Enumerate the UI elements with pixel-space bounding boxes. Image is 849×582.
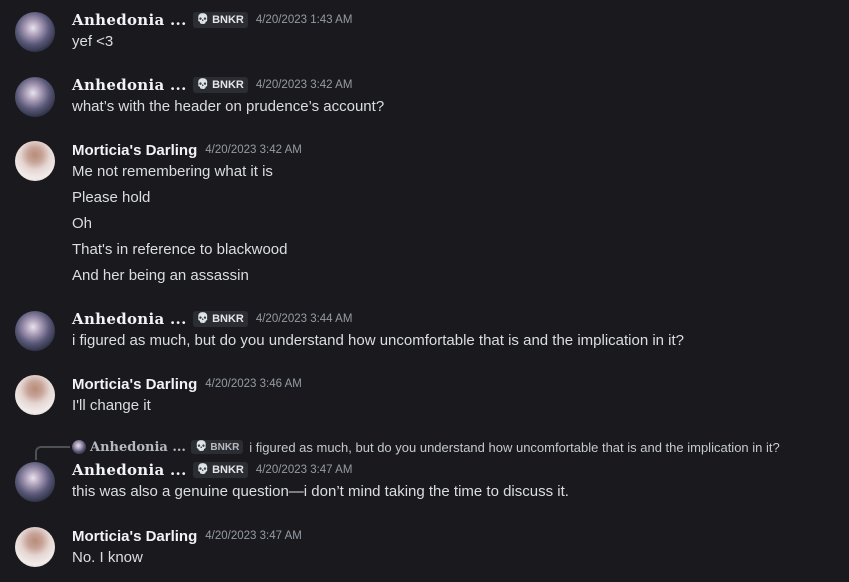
guild-tag-label: BNKR <box>210 441 240 453</box>
guild-tag-label: BNKR <box>212 79 244 91</box>
guild-tag-label: BNKR <box>212 313 244 325</box>
guild-tag-label: BNKR <box>212 464 244 476</box>
timestamp[interactable]: 4/20/2023 1:43 AM <box>256 14 353 26</box>
guild-tag[interactable]: 💀 BNKR <box>192 77 248 93</box>
username[interactable]: Anhedonia ... <box>72 461 187 479</box>
timestamp[interactable]: 4/20/2023 3:44 AM <box>256 313 353 325</box>
skull-icon: 💀 <box>196 14 210 25</box>
guild-tag: 💀 BNKR <box>190 440 244 454</box>
message-text: i figured as much, but do you understand… <box>72 332 685 349</box>
username[interactable]: Morticia's Darling <box>72 528 197 545</box>
message-header: Morticia's Darling 4/20/2023 3:46 AM <box>72 374 302 394</box>
message-text: yef <3 <box>72 33 114 50</box>
message-text: And her being an assassin <box>72 267 249 284</box>
reply-avatar <box>72 440 86 454</box>
message-text: No. I know <box>72 549 143 566</box>
reply-username[interactable]: Anhedonia ... <box>90 440 186 455</box>
avatar[interactable] <box>15 12 55 52</box>
timestamp[interactable]: 4/20/2023 3:47 AM <box>256 464 353 476</box>
skull-icon: 💀 <box>196 79 210 90</box>
avatar[interactable] <box>15 462 55 502</box>
avatar[interactable] <box>15 527 55 567</box>
username[interactable]: Anhedonia ... <box>72 310 187 328</box>
reply-spine-icon <box>35 446 70 460</box>
timestamp[interactable]: 4/20/2023 3:42 AM <box>256 79 353 91</box>
message-header: Anhedonia ... 💀 BNKR 4/20/2023 3:44 AM <box>72 309 352 329</box>
avatar[interactable] <box>15 77 55 117</box>
avatar[interactable] <box>15 311 55 351</box>
guild-tag[interactable]: 💀 BNKR <box>192 12 248 28</box>
skull-icon: 💀 <box>196 313 210 324</box>
message-header: Anhedonia ... 💀 BNKR 4/20/2023 3:42 AM <box>72 75 352 95</box>
avatar[interactable] <box>15 141 55 181</box>
guild-tag[interactable]: 💀 BNKR <box>192 462 248 478</box>
message-text: Me not remembering what it is <box>72 163 273 180</box>
message-text: Please hold <box>72 189 151 206</box>
reply-text[interactable]: i figured as much, but do you understand… <box>249 440 779 455</box>
message-header: Morticia's Darling 4/20/2023 3:42 AM <box>72 140 302 160</box>
message-text: this was also a genuine question—i don’t… <box>72 483 569 500</box>
guild-tag-label: BNKR <box>212 14 244 26</box>
reply-preview[interactable]: Anhedonia ... 💀 BNKR i figured as much, b… <box>72 437 780 457</box>
avatar[interactable] <box>15 375 55 415</box>
username[interactable]: Morticia's Darling <box>72 142 197 159</box>
message-text: That's in reference to blackwood <box>72 241 288 258</box>
guild-tag[interactable]: 💀 BNKR <box>192 311 248 327</box>
username[interactable]: Anhedonia ... <box>72 76 187 94</box>
skull-icon: 💀 <box>196 464 210 475</box>
message-text: Oh <box>72 215 93 232</box>
timestamp[interactable]: 4/20/2023 3:46 AM <box>205 378 302 390</box>
username[interactable]: Anhedonia ... <box>72 11 187 29</box>
message-text: what’s with the header on prudence’s acc… <box>72 98 385 115</box>
skull-icon: 💀 <box>194 441 208 452</box>
message-header: Morticia's Darling 4/20/2023 3:47 AM <box>72 526 302 546</box>
message-header: Anhedonia ... 💀 BNKR 4/20/2023 1:43 AM <box>72 10 352 30</box>
timestamp[interactable]: 4/20/2023 3:42 AM <box>205 144 302 156</box>
username[interactable]: Morticia's Darling <box>72 376 197 393</box>
timestamp[interactable]: 4/20/2023 3:47 AM <box>205 530 302 542</box>
message-header: Anhedonia ... 💀 BNKR 4/20/2023 3:47 AM <box>72 460 352 480</box>
message-text: I'll change it <box>72 397 151 414</box>
